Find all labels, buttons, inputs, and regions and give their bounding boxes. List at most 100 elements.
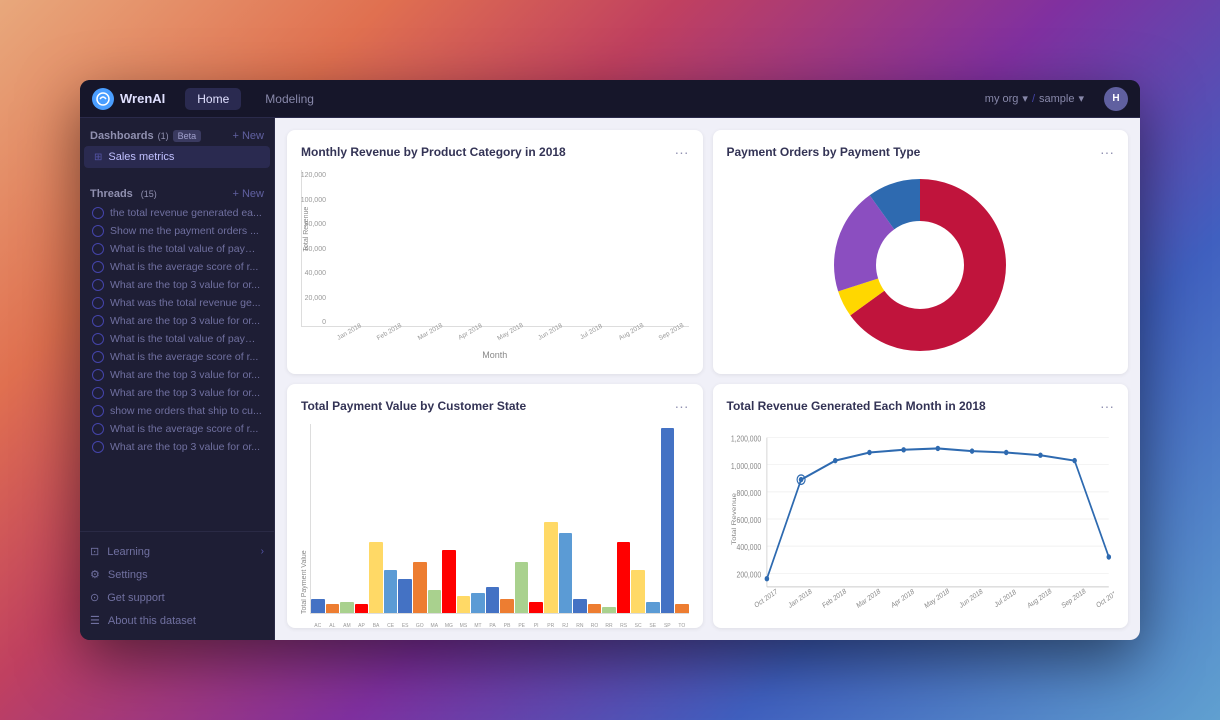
chart4-title: Total Revenue Generated Each Month in 20… [727, 399, 986, 413]
chart3-menu-button[interactable]: ··· [675, 398, 689, 414]
thread-text: What is the average score of r... [110, 423, 262, 435]
state-label: AP [355, 623, 369, 629]
learning-icon: ⊡ [90, 545, 99, 558]
chart-card-monthly-revenue: Monthly Revenue by Product Category in 2… [287, 130, 703, 374]
chart1-menu-button[interactable]: ··· [675, 144, 689, 160]
donut-chart [727, 170, 1115, 360]
svg-text:200,000: 200,000 [736, 570, 761, 580]
state-bar [340, 602, 354, 613]
thread-circle [92, 207, 104, 219]
state-label: TO [675, 623, 689, 629]
thread-item[interactable]: show me orders that ship to cu... [82, 402, 272, 420]
dataset-icon: ☰ [90, 614, 100, 627]
threads-label: Threads [90, 188, 133, 200]
state-bar [369, 542, 383, 613]
sales-metrics-label: Sales metrics [108, 151, 242, 163]
thread-circle [92, 387, 104, 399]
threads-count: (15) [141, 189, 157, 199]
state-label: ES [398, 623, 412, 629]
svg-text:1,000,000: 1,000,000 [730, 461, 760, 471]
state-bar [471, 593, 485, 613]
thread-circle [92, 225, 104, 237]
thread-item[interactable]: What was the total revenue ge... [82, 294, 272, 312]
state-bar [428, 590, 442, 613]
chart1-body: 120,000 100,000 80,000 60,000 40,000 20,… [301, 170, 689, 360]
state-label: BA [369, 623, 383, 629]
state-label: MS [457, 623, 471, 629]
svg-text:1,200,000: 1,200,000 [730, 434, 760, 444]
chart3-y-title: Total Payment Value [301, 424, 308, 614]
thread-item[interactable]: What is the average score of r... [82, 348, 272, 366]
state-label: PB [500, 623, 514, 629]
svg-text:May 2018: May 2018 [923, 587, 950, 610]
dashboards-add-button[interactable]: + New [233, 130, 265, 142]
thread-item[interactable]: Show me the payment orders ... [82, 222, 272, 240]
state-bars-container [311, 428, 689, 613]
state-label: RR [602, 623, 616, 629]
wren-logo-icon [92, 88, 114, 110]
thread-circle [92, 441, 104, 453]
sidebar-item-sales-metrics[interactable]: ⊞ Sales metrics ··· [84, 146, 270, 168]
thread-item[interactable]: What is the total value of paym... [82, 330, 272, 348]
state-label: PR [544, 623, 558, 629]
thread-item[interactable]: What are the top 3 value for or... [82, 312, 272, 330]
org-selector[interactable]: my org ▾ / sample ▾ [985, 92, 1084, 105]
thread-text: What is the total value of paym... [110, 333, 262, 345]
org-name[interactable]: my org [985, 93, 1019, 105]
state-bar [355, 604, 369, 613]
state-label: MT [471, 623, 485, 629]
chart-card-payment-orders: Payment Orders by Payment Type ··· [713, 130, 1129, 374]
state-bar [588, 604, 602, 613]
svg-text:Aug 2018: Aug 2018 [1026, 588, 1053, 611]
svg-text:Sep 2018: Sep 2018 [1060, 588, 1087, 611]
state-label: AC [311, 623, 325, 629]
y-label: 20,000 [305, 295, 326, 302]
thread-text: What is the total value of paym... [110, 243, 262, 255]
y-label: 0 [322, 319, 326, 326]
thread-item[interactable]: What are the top 3 value for or... [82, 276, 272, 294]
dashboards-title-area: Dashboards (1) Beta [90, 130, 201, 142]
threads-add-button[interactable]: + New [233, 188, 265, 200]
state-label: AM [340, 623, 354, 629]
state-labels: ACALAMAPBACEESGOMAMGMSMTPAPBPEPIPRRJRNRO… [311, 623, 689, 629]
thread-item[interactable]: What are the top 3 value for or... [82, 384, 272, 402]
learning-chevron: › [261, 546, 264, 557]
chart4-menu-button[interactable]: ··· [1100, 398, 1114, 414]
state-bar [661, 428, 675, 613]
bar-chart-1-area: 120,000 100,000 80,000 60,000 40,000 20,… [301, 170, 689, 327]
thread-circle [92, 261, 104, 273]
svg-text:Oct 2018: Oct 2018 [1095, 588, 1114, 610]
thread-item[interactable]: What is the average score of r... [82, 420, 272, 438]
state-label: AL [326, 623, 340, 629]
settings-icon: ⚙ [90, 568, 100, 581]
sidebar: Dashboards (1) Beta + New ⊞ Sales metric… [80, 118, 275, 640]
state-bar [311, 599, 325, 613]
thread-item[interactable]: What are the top 3 value for or... [82, 438, 272, 456]
thread-item[interactable]: What is the average score of r... [82, 258, 272, 276]
sidebar-item-settings[interactable]: ⚙ Settings [80, 563, 274, 586]
svg-text:Oct 2017: Oct 2017 [753, 588, 778, 610]
dataset-label: About this dataset [108, 615, 196, 627]
sidebar-item-dataset[interactable]: ☰ About this dataset [80, 609, 274, 632]
state-label: MA [428, 623, 442, 629]
chart3-body: Total Payment Value ACALAMAPBACEESGOMAMG… [301, 424, 689, 614]
sidebar-item-support[interactable]: ⊙ Get support [80, 586, 274, 609]
thread-circle [92, 351, 104, 363]
chart1-y-title: Total Revenue [303, 207, 310, 252]
thread-circle [92, 279, 104, 291]
thread-item[interactable]: What are the top 3 value for or... [82, 366, 272, 384]
user-avatar[interactable]: H [1104, 87, 1128, 111]
thread-item[interactable]: What is the total value of paym... [82, 240, 272, 258]
dataset-name[interactable]: sample [1039, 93, 1074, 105]
sidebar-item-learning[interactable]: ⊡ Learning › [80, 540, 274, 563]
nav-modeling-button[interactable]: Modeling [253, 88, 326, 110]
thread-item[interactable]: the total revenue generated ea... [82, 204, 272, 222]
nav-home-button[interactable]: Home [185, 88, 241, 110]
svg-text:Mar 2018: Mar 2018 [855, 588, 881, 610]
sidebar-bottom: ⊡ Learning › ⚙ Settings ⊙ Get support ☰ … [80, 531, 274, 640]
chart-card-total-revenue: Total Revenue Generated Each Month in 20… [713, 384, 1129, 628]
thread-circle [92, 423, 104, 435]
chart4-body: 1,200,000 1,000,000 800,000 600,000 400,… [727, 424, 1115, 614]
chart2-menu-button[interactable]: ··· [1100, 144, 1114, 160]
thread-text: show me orders that ship to cu... [110, 405, 262, 417]
